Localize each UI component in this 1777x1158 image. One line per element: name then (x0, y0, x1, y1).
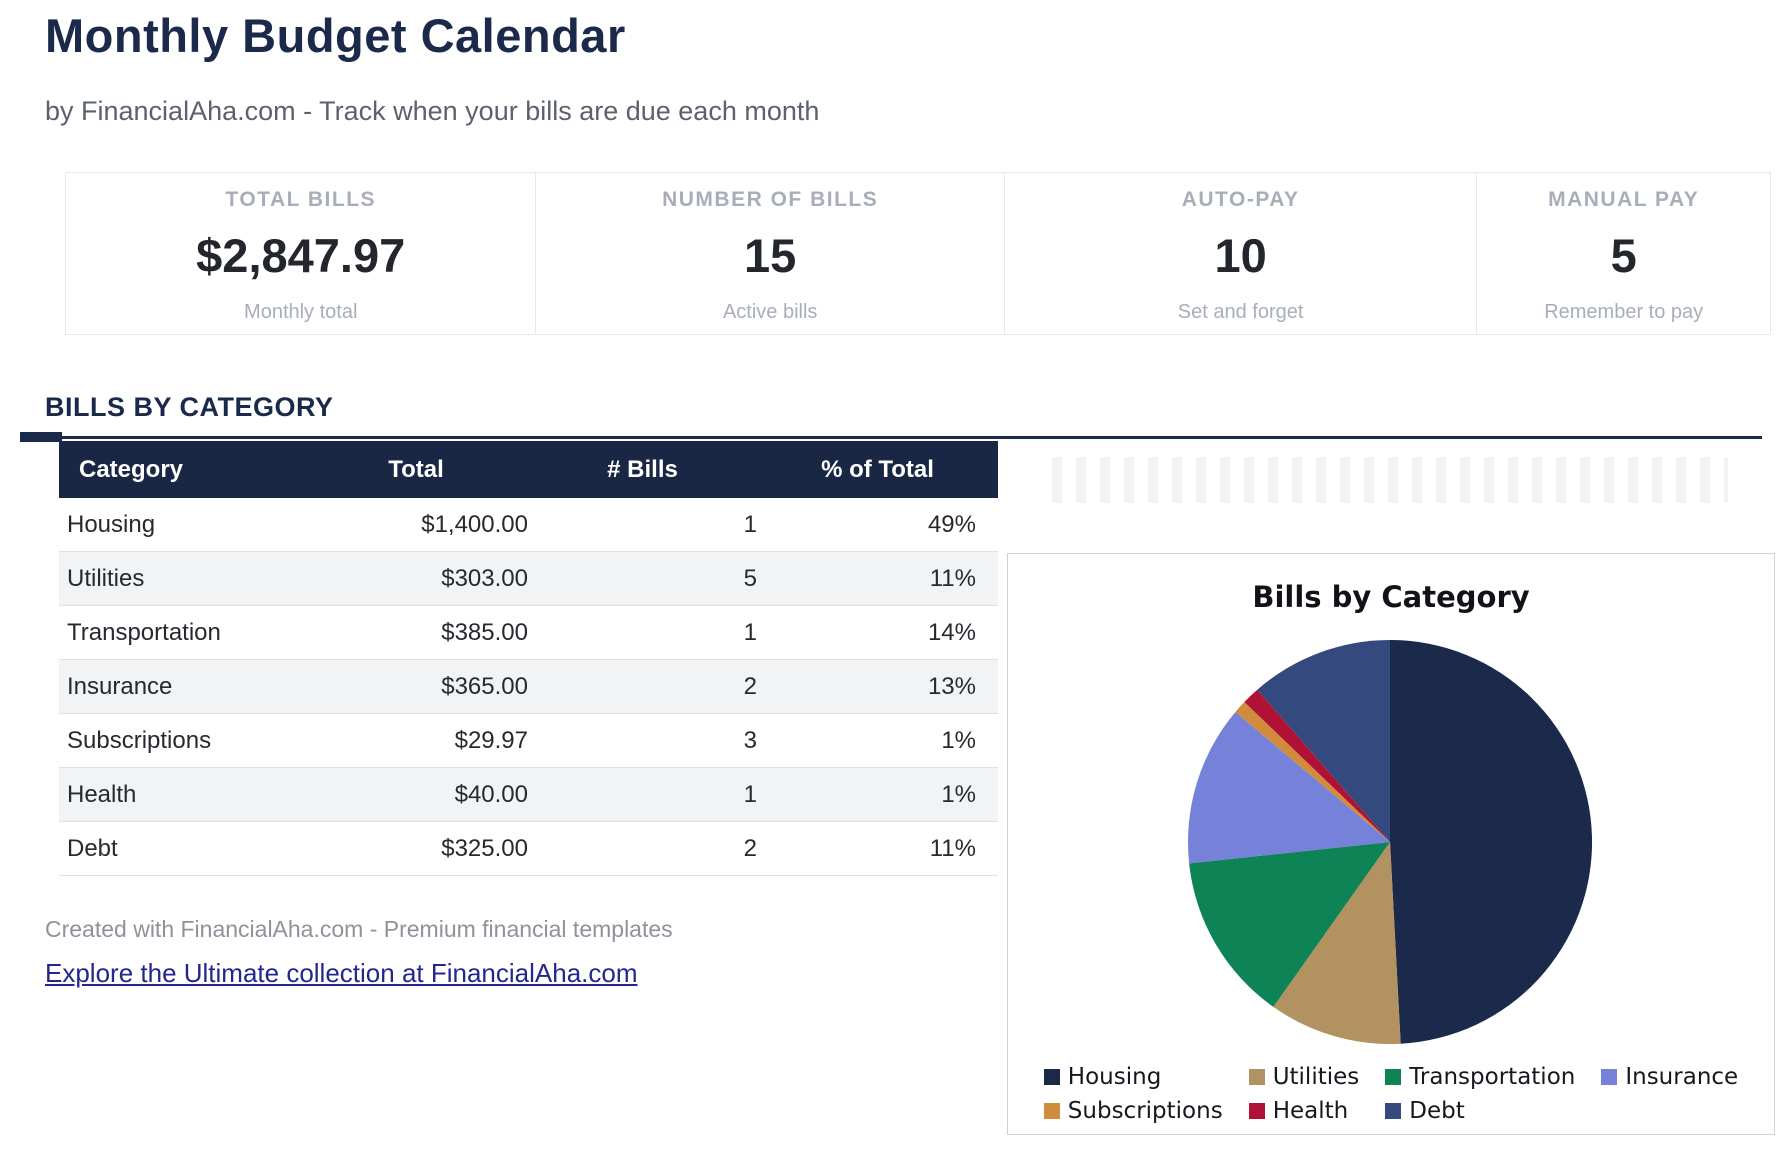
legend-swatch (1249, 1069, 1265, 1085)
percent-cell: 11% (757, 822, 998, 876)
bills-count-cell: 1 (528, 606, 757, 660)
category-cell: Debt (59, 822, 304, 876)
total-cell: $1,400.00 (304, 498, 528, 552)
stat-label: TOTAL BILLS (225, 188, 376, 212)
stat-card-number-of-bills: NUMBER OF BILLS 15 Active bills (535, 173, 1003, 334)
legend-label: Utilities (1273, 1064, 1360, 1090)
table-header-row: Category Total # Bills % of Total (59, 441, 998, 498)
bills-count-cell: 1 (528, 498, 757, 552)
column-header-total: Total (304, 441, 528, 498)
bills-count-cell: 3 (528, 714, 757, 768)
table-row: Insurance$365.00213% (59, 660, 998, 714)
explore-collection-link[interactable]: Explore the Ultimate collection at Finan… (45, 958, 638, 989)
table-row: Debt$325.00211% (59, 822, 998, 876)
section-heading: BILLS BY CATEGORY (45, 392, 334, 423)
stat-sublabel: Remember to pay (1544, 301, 1703, 324)
category-cell: Health (59, 768, 304, 822)
legend-label: Debt (1409, 1098, 1464, 1124)
category-cell: Subscriptions (59, 714, 304, 768)
category-table-body: Housing$1,400.00149%Utilities$303.00511%… (59, 498, 998, 876)
legend-swatch (1385, 1103, 1401, 1119)
section-divider (20, 436, 1762, 439)
legend-label: Health (1273, 1098, 1349, 1124)
stat-value: 15 (744, 228, 796, 283)
page-subtitle: by FinancialAha.com - Track when your bi… (45, 96, 819, 127)
stat-label: MANUAL PAY (1548, 188, 1699, 212)
total-cell: $29.97 (304, 714, 528, 768)
stat-sublabel: Monthly total (244, 301, 357, 324)
column-header-percent: % of Total (757, 441, 998, 498)
stat-value: 5 (1611, 228, 1637, 283)
legend-swatch (1601, 1069, 1617, 1085)
table-row: Transportation$385.00114% (59, 606, 998, 660)
legend-item-housing: Housing (1044, 1064, 1223, 1090)
legend-label: Housing (1068, 1064, 1162, 1090)
percent-cell: 13% (757, 660, 998, 714)
section-divider-tab (20, 432, 62, 442)
footer-credit: Created with FinancialAha.com - Premium … (45, 916, 673, 943)
legend-swatch (1044, 1103, 1060, 1119)
chart-title: Bills by Category (1008, 580, 1774, 614)
category-cell: Insurance (59, 660, 304, 714)
stat-sublabel: Set and forget (1178, 301, 1304, 324)
stat-card-manual-pay: MANUAL PAY 5 Remember to pay (1476, 173, 1770, 334)
stats-strip: TOTAL BILLS $2,847.97 Monthly total NUMB… (65, 172, 1771, 335)
stat-value: $2,847.97 (196, 228, 405, 283)
legend-item-insurance: Insurance (1601, 1064, 1738, 1090)
total-cell: $325.00 (304, 822, 528, 876)
pie-legend: Housing Utilities Transportation Insurance S… (1008, 1064, 1774, 1124)
bills-count-cell: 1 (528, 768, 757, 822)
bills-by-category-table: Category Total # Bills % of Total Housin… (59, 441, 998, 876)
column-header-bills: # Bills (528, 441, 757, 498)
legend-item-health: Health (1249, 1098, 1360, 1124)
stat-label: AUTO-PAY (1182, 188, 1300, 212)
stat-card-auto-pay: AUTO-PAY 10 Set and forget (1004, 173, 1476, 334)
bills-count-cell: 2 (528, 660, 757, 714)
total-cell: $40.00 (304, 768, 528, 822)
pie-chart-panel: Bills by Category Housing Utilities Transp… (1007, 553, 1775, 1135)
bills-count-cell: 5 (528, 552, 757, 606)
table-row: Subscriptions$29.9731% (59, 714, 998, 768)
percent-cell: 1% (757, 768, 998, 822)
legend-item-subscriptions: Subscriptions (1044, 1098, 1223, 1124)
total-cell: $303.00 (304, 552, 528, 606)
percent-cell: 49% (757, 498, 998, 552)
category-cell: Utilities (59, 552, 304, 606)
stat-card-total-bills: TOTAL BILLS $2,847.97 Monthly total (66, 173, 535, 334)
legend-label: Subscriptions (1068, 1098, 1223, 1124)
bills-count-cell: 2 (528, 822, 757, 876)
legend-item-debt: Debt (1385, 1098, 1575, 1124)
category-cell: Transportation (59, 606, 304, 660)
legend-label: Insurance (1625, 1064, 1738, 1090)
legend-item-utilities: Utilities (1249, 1064, 1360, 1090)
percent-cell: 11% (757, 552, 998, 606)
stat-sublabel: Active bills (723, 301, 817, 324)
table-row: Health$40.0011% (59, 768, 998, 822)
table-row: Housing$1,400.00149% (59, 498, 998, 552)
pie-slice-housing (1390, 640, 1592, 1044)
pie-svg (1180, 632, 1600, 1052)
legend-item-transportation: Transportation (1385, 1064, 1575, 1090)
category-cell: Housing (59, 498, 304, 552)
table-row: Utilities$303.00511% (59, 552, 998, 606)
ghost-watermark (1052, 457, 1728, 503)
total-cell: $385.00 (304, 606, 528, 660)
legend-label: Transportation (1409, 1064, 1575, 1090)
stat-label: NUMBER OF BILLS (662, 188, 878, 212)
legend-swatch (1385, 1069, 1401, 1085)
legend-swatch (1249, 1103, 1265, 1119)
column-header-category: Category (59, 441, 304, 498)
percent-cell: 1% (757, 714, 998, 768)
percent-cell: 14% (757, 606, 998, 660)
legend-swatch (1044, 1069, 1060, 1085)
page-title: Monthly Budget Calendar (45, 8, 626, 63)
total-cell: $365.00 (304, 660, 528, 714)
stat-value: 10 (1214, 228, 1266, 283)
